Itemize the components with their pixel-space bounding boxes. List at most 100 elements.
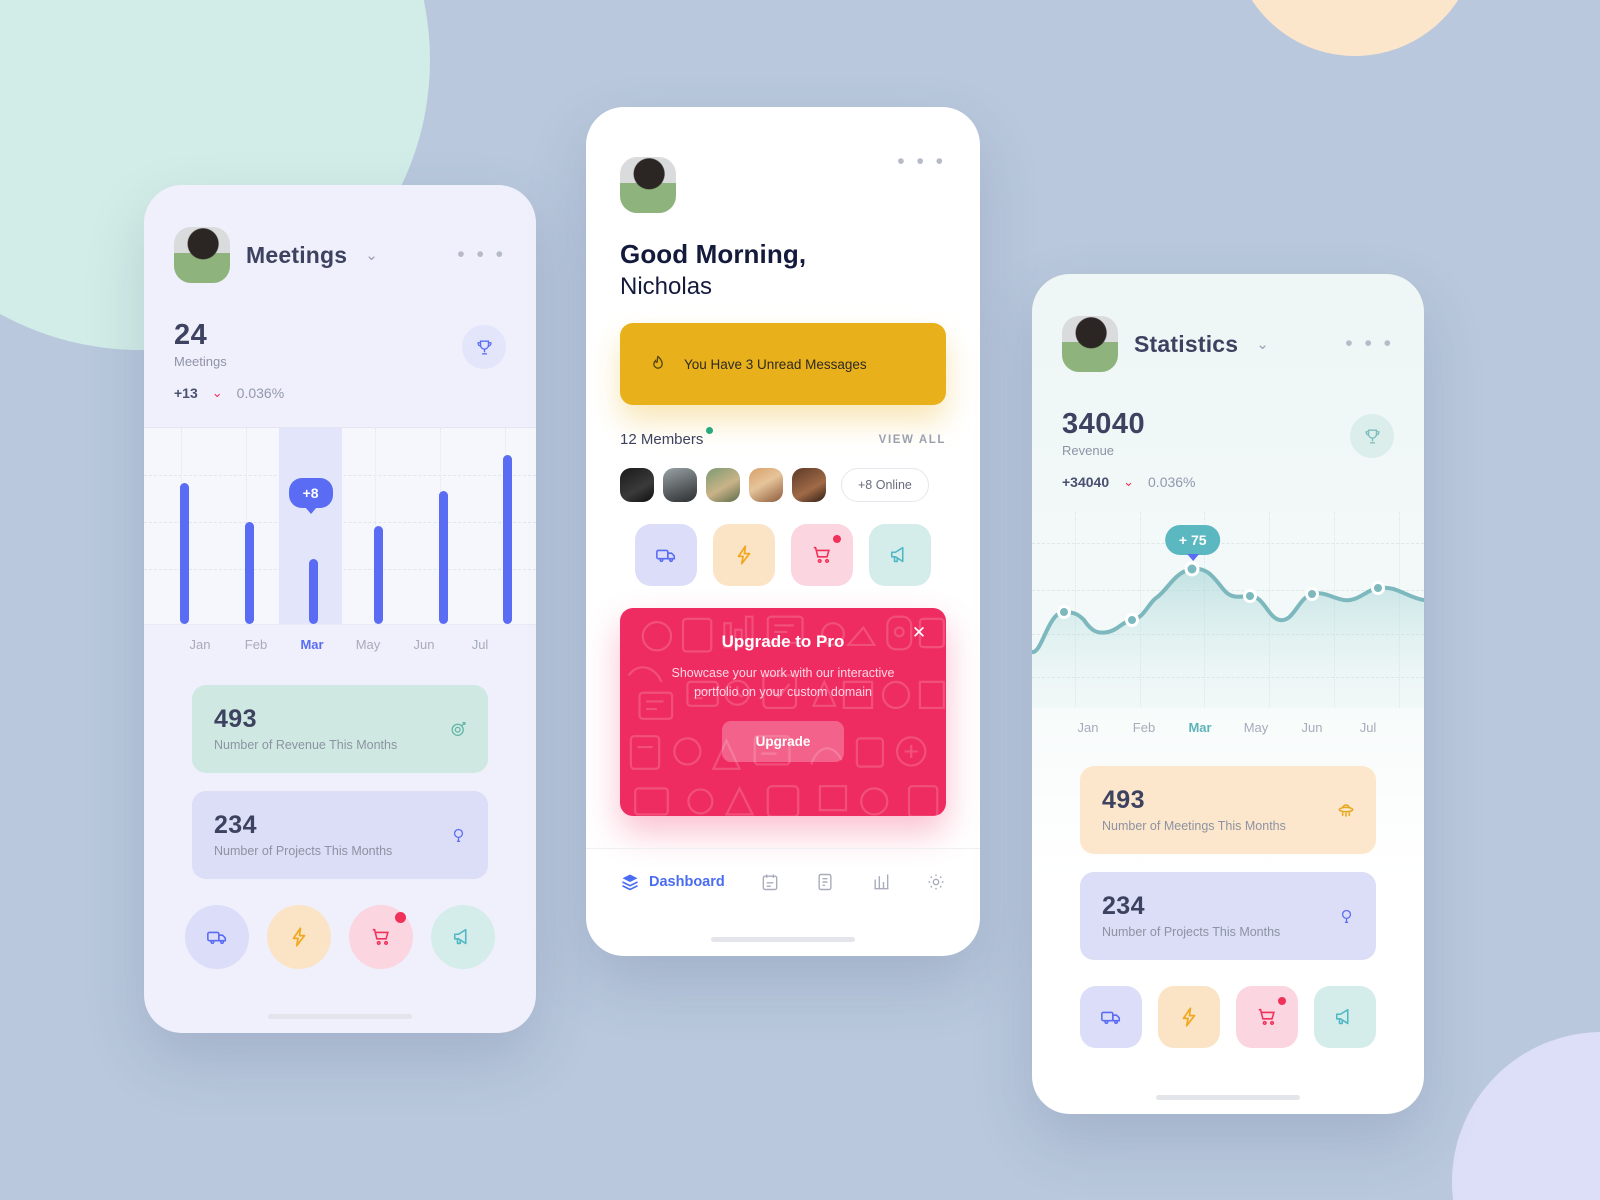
target-icon (449, 720, 468, 739)
quick-action-delivery[interactable] (185, 905, 249, 969)
online-status-dot (706, 427, 714, 434)
revenue-area-chart: + 75 Jan Feb Mar May Jun Jul (1032, 512, 1424, 748)
promo-title: Upgrade to Pro (721, 632, 845, 651)
bar-plot-area: +8 (144, 427, 536, 625)
stat-card-meetings[interactable]: 493 Number of Meetings This Months (1080, 766, 1376, 854)
page-title: Meetings (246, 241, 348, 268)
member-avatar[interactable] (706, 468, 740, 502)
nav-item-settings[interactable] (926, 872, 946, 892)
bar-may[interactable] (374, 526, 384, 624)
bar-jul[interactable] (503, 455, 513, 624)
nav-item-document[interactable] (815, 872, 835, 892)
stat-card-projects[interactable]: 234 Number of Projects This Months (192, 791, 488, 879)
upgrade-button[interactable]: Upgrade (721, 720, 845, 762)
quick-action-delivery[interactable] (1080, 986, 1142, 1048)
quick-action-delivery[interactable] (635, 524, 697, 586)
flame-icon (653, 355, 663, 369)
nav-item-analytics[interactable] (871, 872, 891, 892)
ufo-icon (1336, 800, 1356, 820)
promo-description: Showcase your work with our interactive … (671, 666, 895, 700)
axis-label-jul: Jul (471, 637, 489, 652)
home-indicator (268, 1014, 412, 1019)
gear-icon (928, 874, 944, 889)
quick-action-boost[interactable] (1158, 986, 1220, 1048)
axis-label-feb: Feb (1132, 720, 1156, 735)
screenshot-canvas: Meetings ⌄ • • • 24 Meetings +13 ⌄ 0.036… (0, 0, 1600, 1200)
stat-label: Number of Revenue This Months (214, 738, 398, 752)
axis-label-jul: Jul (1359, 720, 1377, 735)
notification-badge (833, 535, 841, 543)
more-options-icon[interactable]: • • • (457, 244, 506, 265)
calendar-icon (762, 874, 778, 890)
bar-x-axis: Jan Feb Mar May Jun Jul (144, 625, 536, 652)
axis-label-mar: Mar (1188, 720, 1212, 735)
banner-text: You Have 3 Unread Messages (684, 356, 867, 372)
axis-label-jun: Jun (413, 637, 435, 652)
document-icon (818, 873, 832, 890)
unread-messages-banner[interactable]: You Have 3 Unread Messages (620, 323, 946, 405)
avatar[interactable] (174, 227, 230, 283)
notification-badge (395, 912, 406, 923)
axis-label-may: May (355, 637, 381, 652)
quick-action-cart[interactable] (349, 905, 413, 969)
nav-item-dashboard[interactable]: Dashboard (620, 872, 725, 892)
area-x-axis: Jan Feb Mar May Jun Jul (1032, 708, 1424, 735)
bar-mar[interactable] (309, 559, 319, 624)
avatar[interactable] (1062, 316, 1118, 372)
stat-value: 234 (1102, 892, 1145, 920)
morning-card: • • • Good Morning, Nicholas You Have 3 … (586, 107, 980, 956)
kpi-value: 34040 (1062, 408, 1146, 440)
trophy-badge[interactable] (462, 325, 506, 369)
trophy-badge[interactable] (1350, 414, 1394, 458)
member-avatar[interactable] (792, 468, 826, 502)
home-indicator (1156, 1095, 1300, 1100)
stat-card-revenue[interactable]: 493 Number of Revenue This Months (192, 685, 488, 773)
layers-icon (622, 874, 638, 890)
chevron-down-icon[interactable]: ⌄ (1256, 335, 1269, 353)
morning-header: • • • (586, 107, 980, 213)
quick-action-announce[interactable] (869, 524, 931, 586)
statistics-quick-actions (1032, 960, 1424, 1048)
chart-icon (874, 874, 889, 889)
quick-action-cart[interactable] (1236, 986, 1298, 1048)
greeting-block: Good Morning, Nicholas (586, 213, 980, 301)
morning-quick-actions (586, 502, 980, 586)
stat-card-projects[interactable]: 234 Number of Projects This Months (1080, 872, 1376, 960)
home-indicator (711, 937, 855, 942)
quick-action-announce[interactable] (431, 905, 495, 969)
bulb-icon (449, 826, 468, 845)
quick-action-announce[interactable] (1314, 986, 1376, 1048)
trend-down-icon: ⌄ (1123, 474, 1135, 489)
kpi-percent: 0.036% (236, 385, 285, 401)
statistics-card: Statistics ⌄ • • • 34040 Revenue +34040 … (1032, 274, 1424, 1114)
stat-label: Number of Projects This Months (1102, 925, 1281, 939)
online-count-pill[interactable]: +8 Online (841, 468, 929, 502)
member-avatar[interactable] (663, 468, 697, 502)
view-all-link[interactable]: VIEW ALL (879, 434, 946, 446)
chevron-down-icon[interactable]: ⌄ (365, 246, 378, 264)
avatar[interactable] (620, 157, 676, 213)
kpi-delta: +34040 (1062, 474, 1110, 490)
meetings-card: Meetings ⌄ • • • 24 Meetings +13 ⌄ 0.036… (144, 185, 536, 1033)
member-avatar[interactable] (620, 468, 654, 502)
axis-label-feb: Feb (244, 637, 268, 652)
quick-action-boost[interactable] (267, 905, 331, 969)
meetings-quick-actions (144, 879, 536, 969)
bottom-navigation: Dashboard (586, 848, 980, 914)
bar-jun[interactable] (438, 490, 448, 624)
notification-badge (1278, 997, 1286, 1005)
kpi-value: 24 (174, 319, 208, 351)
quick-action-cart[interactable] (791, 524, 853, 586)
more-options-icon[interactable]: • • • (897, 151, 946, 172)
members-row: 12 Members VIEW ALL (620, 427, 946, 448)
bar-feb[interactable] (244, 522, 254, 624)
member-avatar[interactable] (749, 468, 783, 502)
nav-item-calendar[interactable] (760, 872, 780, 892)
member-avatars: +8 Online (620, 468, 946, 502)
area-series (1032, 561, 1424, 708)
more-options-icon[interactable]: • • • (1345, 333, 1394, 354)
decorative-blob-lavender (1452, 1032, 1600, 1200)
bar-jan[interactable] (180, 482, 190, 624)
area-tooltip: + 75 (1164, 525, 1221, 555)
quick-action-boost[interactable] (713, 524, 775, 586)
